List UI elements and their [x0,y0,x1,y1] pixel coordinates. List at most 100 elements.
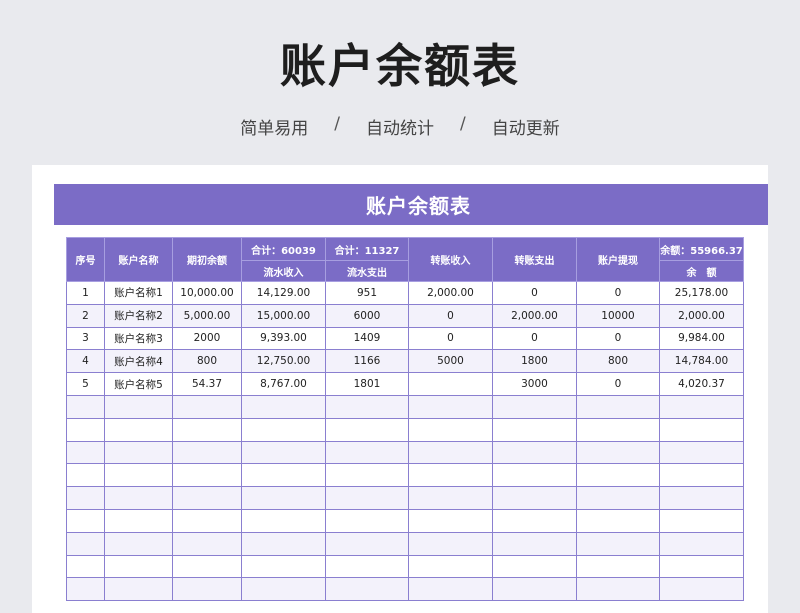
empty-cell[interactable] [576,486,660,510]
cell-opening[interactable]: 5,000.00 [172,303,242,328]
header-inflow[interactable]: 流水收入 [241,260,326,282]
empty-cell[interactable] [408,577,493,602]
empty-cell[interactable] [172,440,242,465]
empty-cell[interactable] [172,554,242,579]
cell-withdraw[interactable]: 0 [576,372,660,396]
cell-account-name[interactable]: 账户名称4 [104,349,173,374]
cell-transfer-out[interactable]: 0 [492,281,577,305]
empty-cell[interactable] [492,531,577,556]
empty-cell[interactable] [659,394,744,419]
cell-transfer-out[interactable]: 2,000.00 [492,303,577,328]
cell-balance[interactable]: 2,000.00 [659,303,744,328]
cell-account-name[interactable]: 账户名称1 [104,281,173,305]
empty-cell[interactable] [408,463,493,488]
cell-transfer-out[interactable]: 0 [492,326,577,351]
cell-seq[interactable]: 4 [66,349,105,374]
empty-cell[interactable] [241,463,326,488]
empty-cell[interactable] [66,508,105,533]
empty-cell[interactable] [408,531,493,556]
cell-transfer-in[interactable]: 0 [408,326,493,351]
empty-cell[interactable] [66,440,105,465]
cell-inflow[interactable]: 15,000.00 [241,303,326,328]
empty-cell[interactable] [172,531,242,556]
cell-outflow[interactable]: 1409 [325,326,409,351]
empty-cell[interactable] [172,394,242,419]
empty-cell[interactable] [241,554,326,579]
empty-cell[interactable] [576,531,660,556]
empty-cell[interactable] [576,463,660,488]
empty-cell[interactable] [104,463,173,488]
empty-cell[interactable] [104,577,173,602]
empty-cell[interactable] [241,440,326,465]
empty-cell[interactable] [325,394,409,419]
empty-cell[interactable] [241,486,326,510]
empty-cell[interactable] [576,577,660,602]
empty-cell[interactable] [104,531,173,556]
empty-cell[interactable] [659,417,744,442]
cell-seq[interactable]: 3 [66,326,105,351]
cell-outflow[interactable]: 1801 [325,372,409,396]
cell-account-name[interactable]: 账户名称2 [104,303,173,328]
empty-cell[interactable] [172,508,242,533]
cell-transfer-in[interactable]: 2,000.00 [408,281,493,305]
cell-withdraw[interactable]: 0 [576,326,660,351]
cell-transfer-in[interactable]: 0 [408,303,493,328]
header-withdraw[interactable]: 账户提现 [576,237,660,282]
empty-cell[interactable] [576,554,660,579]
empty-cell[interactable] [325,508,409,533]
empty-cell[interactable] [325,577,409,602]
empty-cell[interactable] [492,577,577,602]
header-outflow[interactable]: 流水支出 [325,260,409,282]
empty-cell[interactable] [659,508,744,533]
empty-cell[interactable] [241,508,326,533]
cell-balance[interactable]: 14,784.00 [659,349,744,374]
empty-cell[interactable] [408,554,493,579]
cell-outflow[interactable]: 951 [325,281,409,305]
cell-withdraw[interactable]: 0 [576,281,660,305]
empty-cell[interactable] [659,463,744,488]
header-seq[interactable]: 序号 [66,237,105,282]
header-transfer-out[interactable]: 转账支出 [492,237,577,282]
empty-cell[interactable] [492,394,577,419]
empty-cell[interactable] [576,417,660,442]
cell-transfer-out[interactable]: 1800 [492,349,577,374]
cell-transfer-out[interactable]: 3000 [492,372,577,396]
empty-cell[interactable] [66,577,105,602]
cell-opening[interactable]: 800 [172,349,242,374]
cell-balance[interactable]: 9,984.00 [659,326,744,351]
header-transfer-in[interactable]: 转账收入 [408,237,493,282]
header-balance[interactable]: 余 额 [659,260,744,282]
header-inflow-total[interactable]: 合计：60039 [241,237,326,261]
empty-cell[interactable] [408,440,493,465]
cell-seq[interactable]: 5 [66,372,105,396]
header-account-name[interactable]: 账户名称 [104,237,173,282]
empty-cell[interactable] [241,394,326,419]
empty-cell[interactable] [408,508,493,533]
empty-cell[interactable] [325,486,409,510]
empty-cell[interactable] [659,440,744,465]
empty-cell[interactable] [659,577,744,602]
empty-cell[interactable] [576,440,660,465]
cell-seq[interactable]: 2 [66,303,105,328]
cell-opening[interactable]: 2000 [172,326,242,351]
empty-cell[interactable] [66,417,105,442]
cell-outflow[interactable]: 1166 [325,349,409,374]
empty-cell[interactable] [66,554,105,579]
empty-cell[interactable] [104,486,173,510]
empty-cell[interactable] [104,508,173,533]
cell-seq[interactable]: 1 [66,281,105,305]
cell-balance[interactable]: 4,020.37 [659,372,744,396]
cell-opening[interactable]: 10,000.00 [172,281,242,305]
empty-cell[interactable] [241,577,326,602]
empty-cell[interactable] [172,486,242,510]
empty-cell[interactable] [104,394,173,419]
cell-account-name[interactable]: 账户名称5 [104,372,173,396]
header-opening-balance[interactable]: 期初余额 [172,237,242,282]
empty-cell[interactable] [408,417,493,442]
cell-inflow[interactable]: 8,767.00 [241,372,326,396]
cell-outflow[interactable]: 6000 [325,303,409,328]
empty-cell[interactable] [241,531,326,556]
empty-cell[interactable] [66,394,105,419]
cell-transfer-in[interactable] [408,372,493,396]
empty-cell[interactable] [576,508,660,533]
